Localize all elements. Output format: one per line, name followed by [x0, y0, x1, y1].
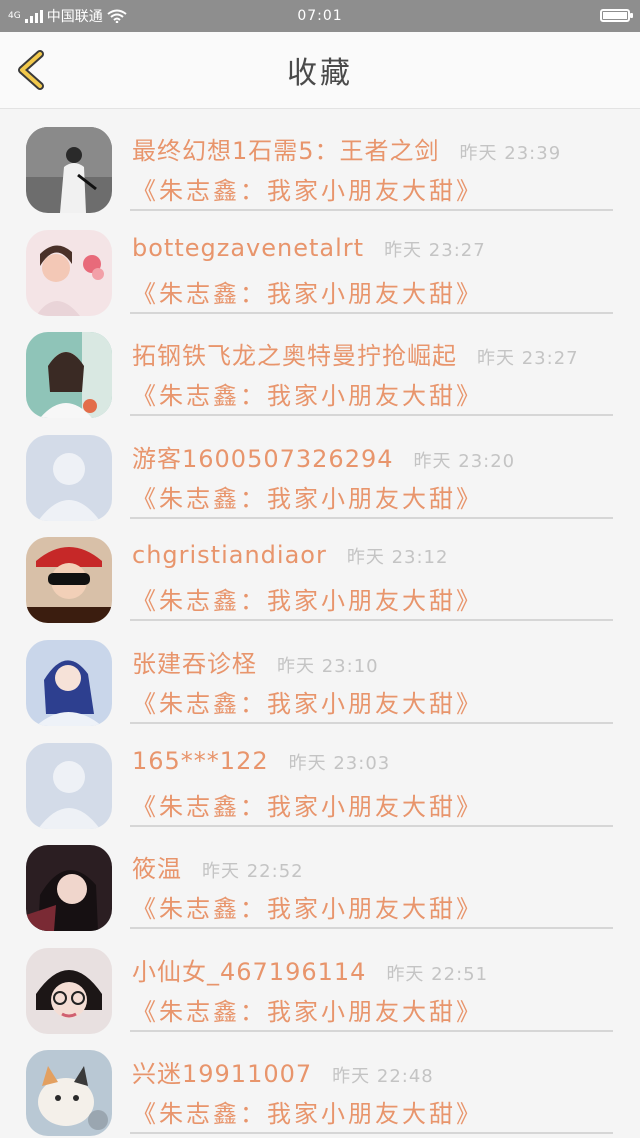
avatar[interactable]: [26, 434, 112, 521]
carrier-name: 中国联通: [46, 9, 103, 25]
status-time: 07:01: [297, 8, 343, 24]
avatar[interactable]: [26, 229, 112, 316]
user-name: 165***122: [132, 746, 269, 775]
timestamp: 昨天 23:03: [288, 752, 391, 774]
page-header: 收藏: [0, 32, 640, 109]
user-name: 游客1600507326294: [132, 444, 394, 473]
favorite-title: 《朱志鑫：我家小朋友大甜》: [132, 177, 483, 205]
timestamp: 昨天 23:20: [413, 450, 516, 472]
favorites-list: 最终幻想1石需5：王者之剑 昨天 23:39 《朱志鑫：我家小朋友大甜》 bot…: [0, 109, 640, 1137]
battery-icon: [600, 9, 633, 22]
avatar[interactable]: [26, 1050, 112, 1137]
user-name: 张建吞诊柽: [132, 649, 257, 678]
signal-icon: [24, 9, 43, 23]
network-type: 4G: [8, 10, 21, 21]
favorite-title: 《朱志鑫：我家小朋友大甜》: [132, 484, 483, 513]
favorite-title: 《朱志鑫：我家小朋友大甜》: [132, 279, 483, 308]
favorite-title: 《朱志鑫：我家小朋友大甜》: [132, 382, 483, 411]
list-item[interactable]: 拓钢铁飞龙之奥特曼拧抢崛起 昨天 23:27 《朱志鑫：我家小朋友大甜》: [0, 314, 640, 419]
user-name: bottegzavenetalrt: [132, 233, 365, 262]
list-item[interactable]: 游客1600507326294 昨天 23:20 《朱志鑫：我家小朋友大甜》: [0, 417, 640, 521]
page-title: 收藏: [287, 56, 353, 91]
avatar[interactable]: [26, 845, 112, 932]
favorite-title: 《朱志鑫：我家小朋友大甜》: [132, 997, 483, 1026]
user-name: 兴迷19911007: [132, 1060, 313, 1089]
user-name: 最终幻想1石需5：王者之剑: [132, 137, 440, 165]
list-item[interactable]: 筱温 昨天 22:52 《朱志鑫：我家小朋友大甜》: [0, 827, 640, 932]
divider: [130, 1132, 613, 1135]
avatar[interactable]: [26, 332, 112, 419]
user-name: chgristiandiaor: [132, 541, 327, 570]
list-item[interactable]: 小仙女_467196114 昨天 22:51 《朱志鑫：我家小朋友大甜》: [0, 930, 640, 1034]
avatar[interactable]: [26, 537, 112, 624]
favorite-title: 《朱志鑫：我家小朋友大甜》: [132, 689, 483, 718]
timestamp: 昨天 23:27: [384, 239, 486, 261]
list-item[interactable]: 最终幻想1石需5：王者之剑 昨天 23:39 《朱志鑫：我家小朋友大甜》: [0, 109, 640, 213]
default-user-icon: [26, 434, 112, 521]
avatar[interactable]: [26, 742, 112, 829]
status-left: 4G 中国联通: [0, 6, 127, 26]
timestamp: 昨天 22:48: [332, 1066, 434, 1088]
list-item[interactable]: 张建吞诊柽 昨天 23:10 《朱志鑫：我家小朋友大甜》: [0, 622, 640, 726]
favorite-title: 《朱志鑫：我家小朋友大甜》: [132, 1100, 483, 1129]
user-name: 筱温: [132, 855, 182, 884]
favorite-title: 《朱志鑫：我家小朋友大甜》: [132, 587, 483, 616]
list-item[interactable]: 兴迷19911007 昨天 22:48 《朱志鑫：我家小朋友大甜》: [0, 1032, 640, 1137]
favorite-title: 《朱志鑫：我家小朋友大甜》: [132, 895, 483, 924]
timestamp: 昨天 23:39: [459, 143, 562, 164]
timestamp: 昨天 23:10: [277, 655, 379, 677]
avatar[interactable]: [26, 127, 112, 213]
avatar[interactable]: [26, 947, 112, 1034]
timestamp: 昨天 23:12: [346, 547, 449, 569]
list-item[interactable]: chgristiandiaor 昨天 23:12 《朱志鑫：我家小朋友大甜》: [0, 519, 640, 624]
timestamp: 昨天 22:51: [386, 963, 489, 985]
chevron-left-icon[interactable]: [14, 50, 54, 90]
list-item[interactable]: bottegzavenetalrt 昨天 23:27 《朱志鑫：我家小朋友大甜》: [0, 212, 640, 316]
favorite-title: 《朱志鑫：我家小朋友大甜》: [132, 792, 483, 821]
status-bar: 4G 中国联通 07:01: [0, 0, 640, 32]
default-user-icon: [26, 742, 112, 829]
user-name: 小仙女_467196114: [132, 957, 367, 986]
timestamp: 昨天 23:27: [477, 348, 579, 370]
timestamp: 昨天 22:52: [202, 861, 304, 883]
list-item[interactable]: 165***122 昨天 23:03 《朱志鑫：我家小朋友大甜》: [0, 725, 640, 829]
wifi-icon: [107, 9, 127, 23]
user-name: 拓钢铁飞龙之奥特曼拧抢崛起: [132, 342, 457, 371]
avatar[interactable]: [26, 639, 112, 726]
